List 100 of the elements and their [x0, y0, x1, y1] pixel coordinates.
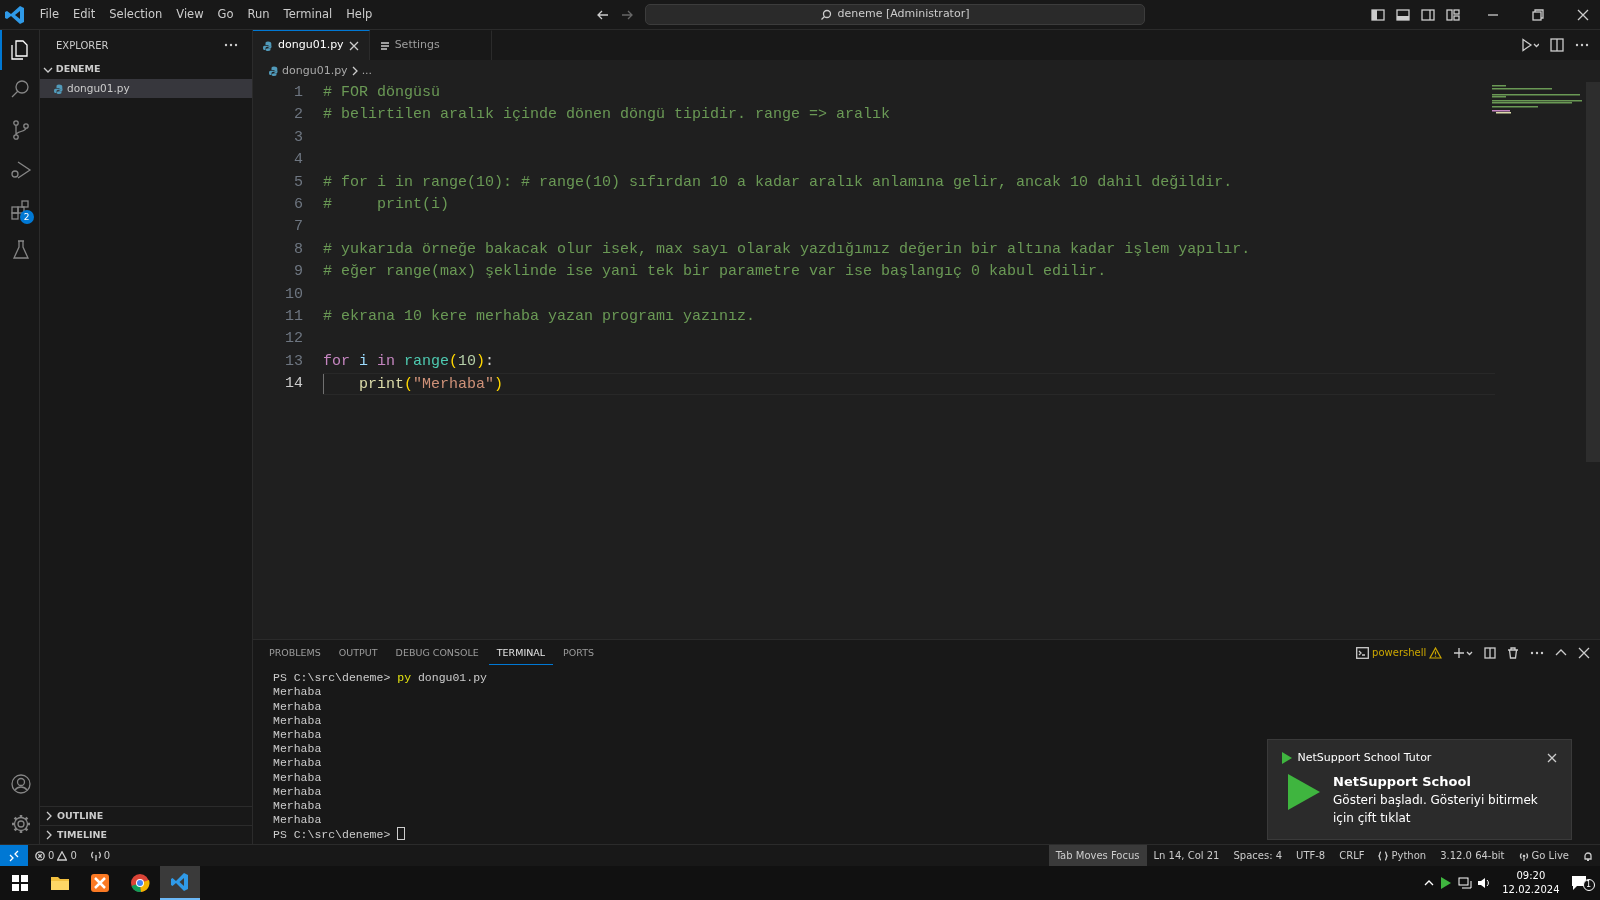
code-text: # eğer range(max) şeklinde ise yani tek bir parametre var ise başlangıç 0 kabul edilir.	[323, 262, 1107, 283]
menu-item[interactable]: Go	[210, 2, 241, 27]
line-number: 2	[294, 106, 303, 124]
split-terminal-icon[interactable]	[1484, 646, 1496, 659]
code-text: 10	[458, 351, 477, 372]
terminal-icon[interactable]	[1356, 646, 1370, 659]
status-item[interactable]: UTF-8	[1289, 844, 1333, 867]
section-header[interactable]: OUTLINE	[40, 806, 252, 825]
menu-item[interactable]: Terminal	[276, 2, 340, 27]
breadcrumb-item[interactable]: ...	[361, 62, 373, 80]
clock[interactable]: 09:20 12.02.2024	[1496, 869, 1565, 897]
notification-center-icon[interactable]	[1570, 875, 1587, 891]
code-text: # belirtilen aralık içinde dönen döngü tipidir. range => aralık	[323, 105, 891, 126]
ports-status[interactable]: 0	[83, 844, 118, 867]
code-editor-icon[interactable]	[170, 872, 190, 892]
python-file-icon	[269, 66, 279, 76]
terminal-text: Merhaba	[273, 742, 322, 756]
restore-icon[interactable]	[1532, 8, 1544, 21]
status-item[interactable]: Ln 14, Col 21	[1146, 844, 1227, 867]
python-file-icon	[54, 83, 64, 94]
terminal-text: Merhaba	[273, 770, 322, 784]
notification-title: NetSupport School	[1333, 772, 1472, 791]
code-text: for	[323, 351, 351, 372]
line-number: 7	[294, 218, 303, 236]
terminal-text: py	[397, 671, 412, 685]
chevron-right-icon[interactable]	[44, 811, 54, 821]
code-text: # print(i)	[323, 194, 450, 215]
status-item[interactable]: CRLF	[1332, 844, 1372, 867]
panel-tab[interactable]: TERMINAL	[488, 640, 554, 666]
menu-item[interactable]: Selection	[102, 2, 170, 27]
breadcrumb-item[interactable]: dongu01.py	[282, 62, 348, 80]
code-text: )	[494, 375, 504, 395]
status-item[interactable]: 3.12.0 64-bit	[1433, 844, 1512, 867]
toggle-panel-icon[interactable]	[1395, 7, 1410, 22]
terminal-text: Merhaba	[273, 784, 322, 798]
terminal-text: Merhaba	[273, 728, 322, 741]
account-icon[interactable]	[8, 772, 33, 796]
status-item[interactable]: Tab Moves Focus	[1048, 844, 1147, 867]
more-actions-icon[interactable]	[1530, 650, 1544, 655]
close-icon[interactable]	[1577, 8, 1589, 21]
error-icon	[35, 850, 45, 861]
status-item[interactable]: Python	[1371, 844, 1434, 867]
problems-status[interactable]: 0 0	[28, 844, 84, 867]
network-icon[interactable]	[1457, 877, 1472, 889]
remote-button[interactable]	[0, 844, 28, 867]
play-icon	[1282, 751, 1292, 764]
code-text: (	[449, 351, 459, 372]
folder-row[interactable]: DENEME	[40, 60, 252, 79]
editor-tab[interactable]: dongu01.py	[253, 30, 370, 60]
chevron-right-icon[interactable]	[44, 830, 54, 840]
code-text: # FOR döngüsü	[323, 83, 441, 103]
customize-layout-icon[interactable]	[1445, 7, 1460, 22]
app-icon[interactable]	[90, 873, 110, 893]
terminal-text: Merhaba	[273, 699, 322, 713]
code-text: (	[404, 375, 414, 395]
trash-icon[interactable]	[1507, 646, 1519, 659]
browser-icon[interactable]	[130, 873, 150, 893]
terminal-text: PS C:\src\deneme>	[273, 828, 392, 842]
add-terminal-icon[interactable]	[1453, 646, 1473, 659]
more-actions-icon[interactable]	[1575, 43, 1589, 47]
status-item[interactable]: Go Live	[1511, 844, 1576, 867]
code-text: )	[476, 351, 486, 372]
menu-item[interactable]: View	[169, 2, 211, 27]
list-icon	[379, 40, 390, 51]
menu-item[interactable]: Help	[339, 2, 380, 27]
explorer-file[interactable]: dongu01.py	[40, 79, 252, 98]
panel-tab[interactable]: PORTS	[555, 640, 603, 666]
toggle-secondary-sidebar-icon[interactable]	[1420, 7, 1435, 22]
close-icon[interactable]	[1547, 752, 1557, 763]
code-text: "Merhaba"	[413, 375, 495, 395]
sidebar-title: EXPLORER	[56, 38, 109, 53]
command-center-search[interactable]: deneme [Administrator]	[644, 4, 1145, 25]
status-item[interactable]: Spaces: 4	[1226, 844, 1290, 867]
close-icon[interactable]	[348, 40, 359, 51]
line-number: 11	[285, 307, 303, 325]
bell-icon[interactable]	[1583, 850, 1593, 861]
toggle-sidebar-icon[interactable]	[1370, 7, 1385, 22]
terminal-profile[interactable]: powershell	[1372, 645, 1427, 661]
panel-tab[interactable]: PROBLEMS	[261, 640, 329, 666]
run-icon[interactable]	[1521, 38, 1539, 52]
line-number: 4	[294, 151, 303, 169]
code-text: print	[359, 375, 404, 395]
notification-message: Gösteri başladı. Gösteriyi bitirmek için çift tıklat	[1333, 792, 1539, 827]
volume-icon[interactable]	[1477, 877, 1492, 889]
line-number: 13	[285, 352, 303, 370]
menu-item[interactable]: Run	[240, 2, 277, 27]
panel-tab[interactable]: DEBUG CONSOLE	[387, 640, 487, 666]
line-number: 3	[294, 128, 303, 146]
broadcast-icon	[1518, 850, 1529, 861]
menu-item[interactable]: File	[32, 2, 66, 27]
code-text: # yukarıda örneğe bakacak olur isek, max sayı olarak yazdığımız değerin bir altına kadar işlem yapılır.	[323, 239, 1251, 260]
play-icon[interactable]	[1440, 877, 1453, 889]
start-icon[interactable]	[10, 873, 30, 893]
split-editor-icon[interactable]	[1550, 38, 1564, 52]
more-actions-icon[interactable]	[224, 43, 238, 47]
chevron-right-icon	[350, 66, 359, 76]
close-icon[interactable]	[1578, 646, 1590, 659]
menu-item[interactable]: Edit	[66, 2, 103, 27]
braces-icon	[1378, 850, 1389, 861]
panel-tab[interactable]: OUTPUT	[330, 640, 386, 666]
